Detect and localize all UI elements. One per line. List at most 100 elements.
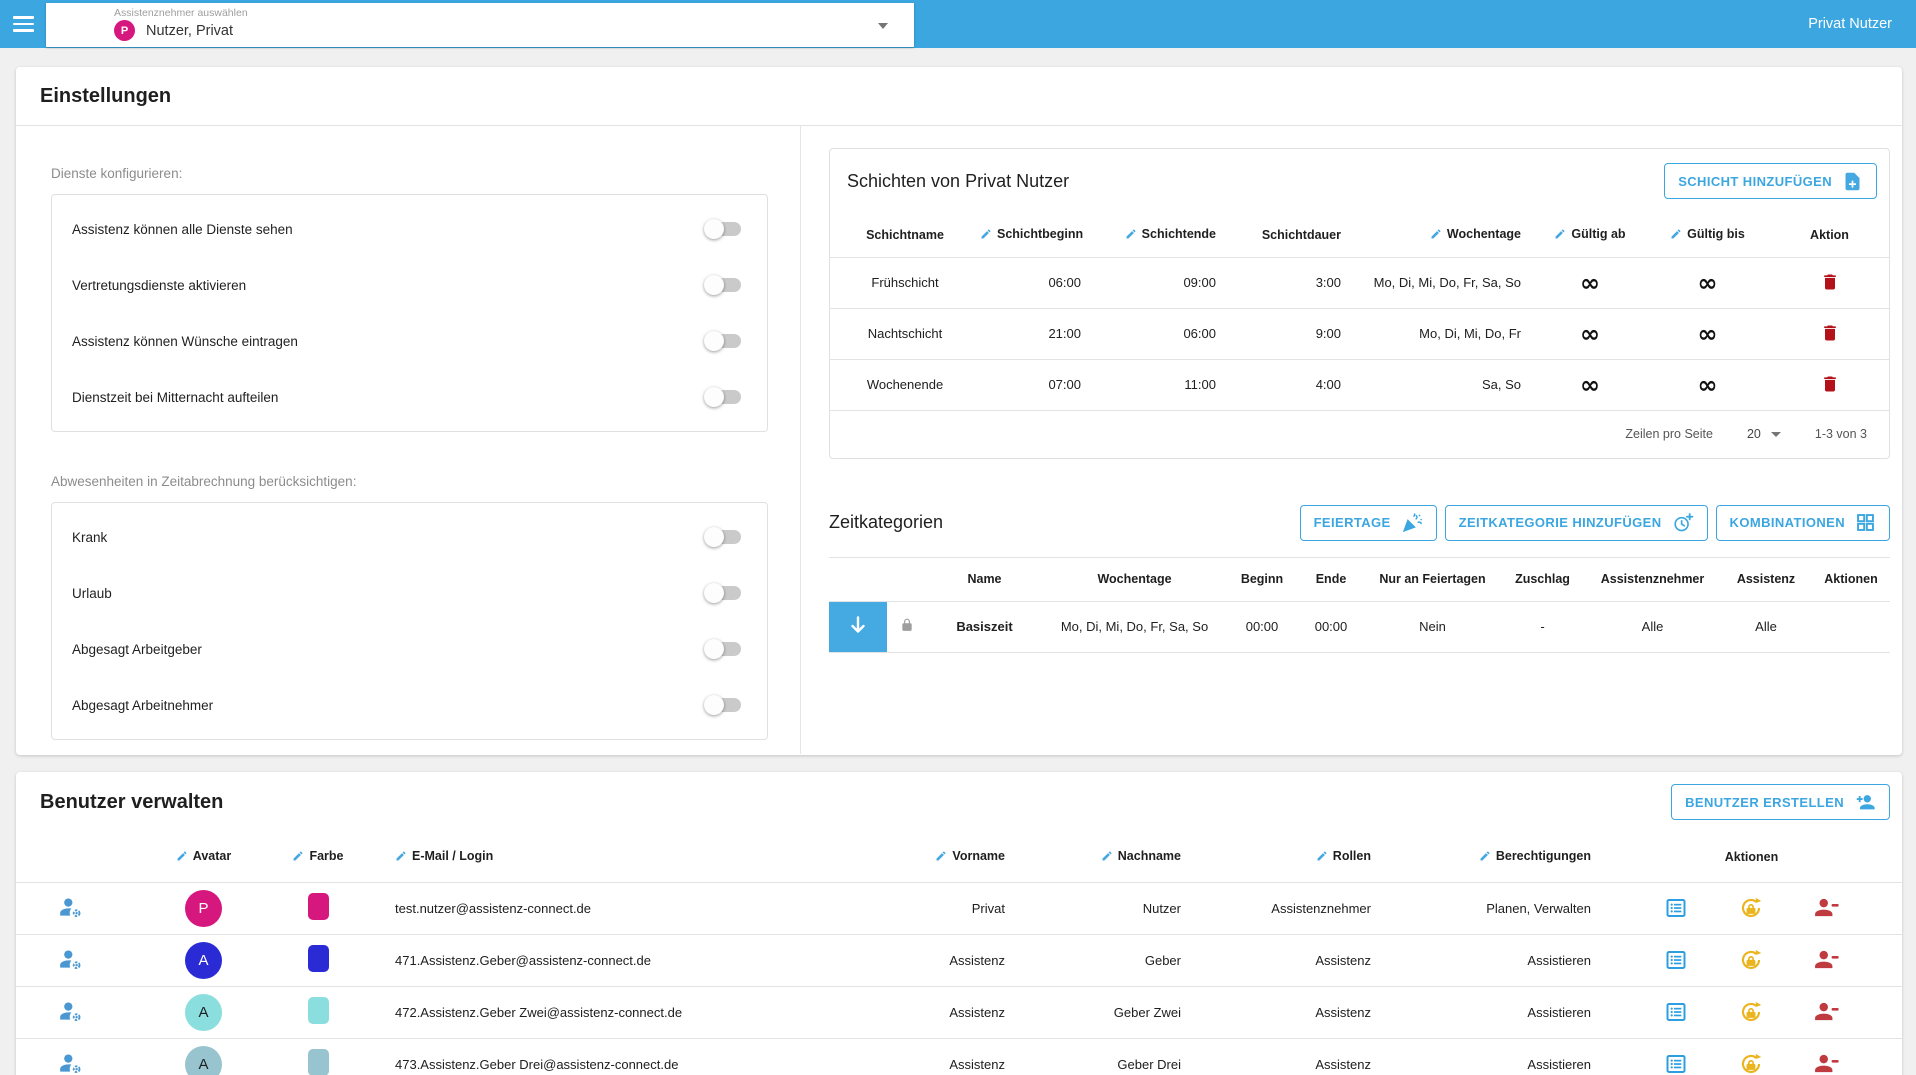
avatar: P (114, 20, 135, 41)
edit-icon (1316, 850, 1328, 862)
remove-user-button[interactable] (1810, 945, 1844, 975)
schicht-ende: 11:00 (1095, 359, 1230, 410)
zeitkategorie-assistenznehmer: Alle (1585, 601, 1720, 652)
toggle-switch-off[interactable] (707, 530, 741, 544)
col-aktion: Aktion (1770, 213, 1889, 257)
feiertage-button[interactable]: FEIERTAGE (1300, 505, 1437, 541)
toggle-label: Abgesagt Arbeitnehmer (72, 698, 213, 713)
manage-account-button[interactable] (54, 945, 88, 975)
toggle-label: Assistenz können alle Dienste sehen (72, 222, 293, 237)
move-down-button[interactable] (829, 601, 887, 652)
benutzer-row: A 473.Assistenz.Geber Drei@assistenz-con… (16, 1038, 1902, 1075)
assistenznehmer-select[interactable]: Assistenznehmer auswählen P Nutzer, Priv… (46, 3, 914, 47)
edit-icon (395, 850, 407, 862)
col-avatar: Avatar (193, 849, 231, 863)
select-value: Nutzer, Privat (146, 23, 233, 39)
chevron-down-icon[interactable] (878, 23, 888, 29)
zeitkategorie-hinzufuegen-button[interactable]: ZEITKATEGORIE HINZUFÜGEN (1445, 505, 1708, 541)
delete-schicht-button[interactable] (1816, 320, 1844, 346)
trash-icon (1820, 322, 1840, 344)
col-gueltig-bis: Gültig bis (1687, 227, 1745, 241)
benutzer-berechtigungen: Planen, Verwalten (1381, 882, 1601, 934)
manage-account-button[interactable] (54, 893, 88, 923)
schicht-hinzufuegen-button[interactable]: SCHICHT HINZUFÜGEN (1664, 163, 1877, 199)
users-table: Avatar Farbe E-Mail / Login Vorname Nach… (16, 832, 1902, 1075)
clock-plus-icon (1672, 512, 1694, 534)
avatar: A (185, 942, 222, 979)
toggle-switch-off[interactable] (707, 278, 741, 292)
password-reset-button[interactable] (1734, 1049, 1768, 1075)
avatar: P (185, 890, 222, 927)
benutzer-erstellen-button[interactable]: BENUTZER ERSTELLEN (1671, 784, 1890, 820)
toggle-switch-off[interactable] (707, 334, 741, 348)
toggle-switch-off[interactable] (707, 586, 741, 600)
users-title: Benutzer verwalten (40, 791, 223, 814)
details-button[interactable] (1660, 1050, 1692, 1075)
col-name: Name (927, 557, 1042, 601)
col-vorname: Vorname (952, 849, 1005, 863)
col-gueltig-ab: Gültig ab (1571, 227, 1625, 241)
remove-user-button[interactable] (1810, 893, 1844, 923)
benutzer-nachname: Geber Zwei (1015, 986, 1191, 1038)
manage-account-button[interactable] (54, 997, 88, 1027)
person-gear-icon (58, 895, 84, 921)
arrow-down-icon (846, 613, 870, 637)
schicht-dauer: 3:00 (1230, 257, 1355, 308)
list-alt-icon (1664, 896, 1688, 920)
schicht-beginn: 21:00 (980, 308, 1095, 359)
color-chip[interactable] (308, 1049, 329, 1075)
col-farbe: Farbe (309, 849, 343, 863)
password-reset-button[interactable] (1734, 997, 1768, 1027)
password-reset-button[interactable] (1734, 893, 1768, 923)
schichten-card: Schichten von Privat Nutzer SCHICHT HINZ… (829, 148, 1890, 459)
color-chip[interactable] (308, 997, 329, 1024)
edit-icon (1554, 228, 1566, 240)
delete-schicht-button[interactable] (1816, 269, 1844, 295)
schicht-row: Wochenende 07:00 11:00 4:00 Sa, So ∞ ∞ (830, 359, 1889, 410)
rows-per-page-value: 20 (1747, 427, 1761, 441)
benutzer-vorname: Assistenz (915, 986, 1015, 1038)
edit-icon (1670, 228, 1682, 240)
details-button[interactable] (1660, 998, 1692, 1026)
manage-account-button[interactable] (54, 1049, 88, 1075)
col-aktionen: Aktionen (1601, 832, 1902, 882)
list-alt-icon (1664, 1000, 1688, 1024)
chevron-down-icon (1771, 432, 1781, 437)
toggle-switch-off[interactable] (707, 698, 741, 712)
col-feiertagen: Nur an Feiertagen (1365, 557, 1500, 601)
delete-schicht-button[interactable] (1816, 371, 1844, 397)
color-chip[interactable] (308, 893, 329, 920)
menu-icon[interactable] (0, 0, 46, 48)
benutzer-vorname: Assistenz (915, 1038, 1015, 1075)
benutzer-email: 471.Assistenz.Geber@assistenz-connect.de (355, 934, 915, 986)
col-assistenz: Assistenz (1720, 557, 1812, 601)
schicht-dauer: 9:00 (1230, 308, 1355, 359)
settings-card: Einstellungen Dienste konfigurieren: Ass… (16, 67, 1902, 755)
benutzer-berechtigungen: Assistieren (1381, 1038, 1601, 1075)
person-minus-icon (1814, 947, 1840, 973)
toggle-row: Urlaub (52, 565, 767, 621)
schicht-name: Wochenende (830, 359, 980, 410)
schicht-ende: 09:00 (1095, 257, 1230, 308)
toggle-row: Krank (52, 509, 767, 565)
remove-user-button[interactable] (1810, 997, 1844, 1027)
trash-icon (1820, 373, 1840, 395)
details-button[interactable] (1660, 894, 1692, 922)
toggle-switch-off[interactable] (707, 222, 741, 236)
rows-per-page-select[interactable]: 20 (1747, 427, 1781, 441)
remove-user-button[interactable] (1810, 1049, 1844, 1075)
schicht-row: Nachtschicht 21:00 06:00 9:00 Mo, Di, Mi… (830, 308, 1889, 359)
details-button[interactable] (1660, 946, 1692, 974)
lock-icon (900, 618, 914, 632)
color-chip[interactable] (308, 945, 329, 972)
password-reset-button[interactable] (1734, 945, 1768, 975)
toggle-switch-off[interactable] (707, 642, 741, 656)
col-schichtname: Schichtname (830, 213, 980, 257)
toggle-row: Dienstzeit bei Mitternacht aufteilen (52, 369, 767, 425)
zeitkategorie-zuschlag: - (1500, 601, 1585, 652)
lock-reset-icon (1738, 999, 1764, 1025)
zeitkategorie-row: Basiszeit Mo, Di, Mi, Do, Fr, Sa, So 00:… (829, 601, 1890, 652)
kombinationen-button[interactable]: KOMBINATIONEN (1716, 505, 1890, 541)
toggle-switch-off[interactable] (707, 390, 741, 404)
rows-per-page-label: Zeilen pro Seite (1625, 427, 1713, 441)
